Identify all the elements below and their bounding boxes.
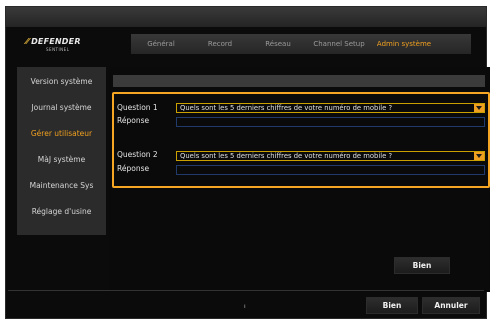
sidebar-item-reglage-usine[interactable]: Réglage d'usine — [17, 207, 106, 216]
sidebar-item-gerer-utilisateur[interactable]: Gérer utilisateur — [17, 129, 106, 138]
question-2-label: Question 2 — [117, 150, 158, 159]
tab-general[interactable]: Général — [131, 40, 191, 48]
sidebar-item-journal-systeme[interactable]: Journal système — [17, 103, 106, 112]
footer-ok-button[interactable]: Bien — [366, 297, 418, 314]
answer-1-input[interactable] — [176, 117, 485, 127]
chevron-down-icon[interactable] — [474, 152, 484, 160]
security-questions-highlight: Question 1 Quels sont les 5 derniers chi… — [112, 92, 490, 188]
top-tab-bar: Général Record Réseau Channel Setup Admi… — [131, 34, 471, 54]
question-2-select[interactable]: Quels sont les 5 derniers chiffres de vo… — [176, 151, 485, 161]
answer-2-label: Réponse — [117, 164, 150, 173]
answer-1-label: Réponse — [117, 116, 150, 125]
tab-record[interactable]: Record — [191, 40, 249, 48]
sidebar-item-maj-systeme[interactable]: MàJ système — [17, 155, 106, 164]
confirm-button[interactable]: Bien — [394, 257, 450, 274]
question-1-label: Question 1 — [117, 103, 158, 112]
cancel-button[interactable]: Annuler — [422, 297, 480, 314]
footer-marker: ı — [244, 303, 246, 310]
logo-text: DEFENDER — [31, 37, 81, 46]
footer-divider — [8, 290, 484, 291]
brand-logo: ⁄⁄ DEFENDER SENTINEL — [26, 37, 96, 57]
sidebar-item-maintenance-sys[interactable]: Maintenance Sys — [17, 181, 106, 190]
tab-reseau[interactable]: Réseau — [249, 40, 307, 48]
chevron-down-icon[interactable] — [474, 104, 484, 112]
logo-icon: ⁄⁄ — [26, 37, 30, 46]
answer-2-input[interactable] — [176, 165, 485, 175]
logo-subtext: SENTINEL — [46, 47, 70, 52]
question-1-select[interactable]: Quels sont les 5 derniers chiffres de vo… — [176, 103, 485, 113]
sidebar: Version système Journal système Gérer ut… — [17, 67, 106, 235]
question-2-value: Quels sont les 5 derniers chiffres de vo… — [180, 152, 393, 160]
question-1-value: Quels sont les 5 derniers chiffres de vo… — [180, 104, 393, 112]
tab-admin-systeme[interactable]: Admin système — [371, 40, 437, 48]
sidebar-item-version-systeme[interactable]: Version système — [17, 77, 106, 86]
content-panel: Question 1 Quels sont les 5 derniers chi… — [109, 67, 490, 292]
content-header-strip — [113, 75, 485, 87]
title-bar — [6, 7, 486, 27]
tab-channel-setup[interactable]: Channel Setup — [307, 40, 371, 48]
app-window: ⁄⁄ DEFENDER SENTINEL Général Record Résea… — [5, 6, 490, 319]
